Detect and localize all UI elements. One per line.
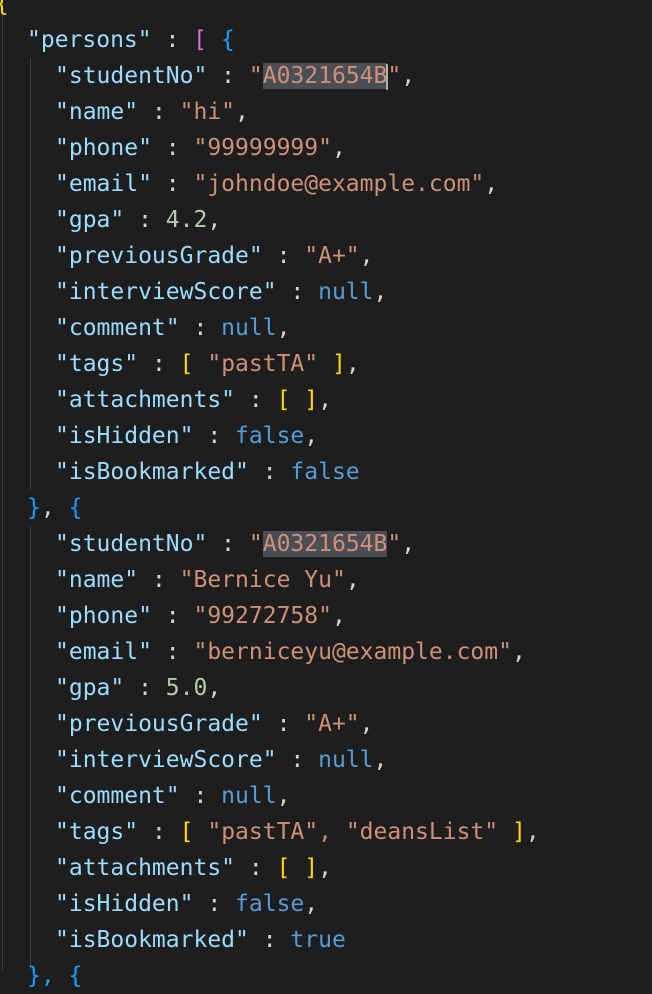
- code-line-interviewScore: "interviewScore" : null,: [55, 279, 388, 305]
- code-line-previousGrade: "previousGrade" : "A+",: [55, 711, 374, 737]
- code-line-previousGrade: "previousGrade" : "A+",: [55, 243, 374, 269]
- open-brace: {: [0, 0, 9, 17]
- code-line-isHidden: "isHidden" : false,: [55, 423, 319, 449]
- code-line-gpa: "gpa" : 5.0,: [55, 675, 222, 701]
- code-line-gpa: "gpa" : 4.2,: [55, 207, 222, 233]
- search-highlight: A0321654B: [262, 531, 388, 557]
- code-line-partial: }, {: [27, 963, 83, 989]
- code-line-isBookmarked: "isBookmarked" : false: [55, 459, 360, 485]
- code-line-tags: "tags" : [ "pastTA" ],: [55, 351, 360, 377]
- code-line-isHidden: "isHidden" : false,: [55, 891, 319, 917]
- first-object-open-brace: {: [220, 27, 235, 53]
- code-line-comment: "comment" : null,: [55, 783, 291, 809]
- search-highlight: A0321654B: [262, 63, 388, 89]
- code-line-attachments: "attachments" : [ ],: [55, 855, 332, 881]
- code-line: {: [0, 0, 9, 22]
- code-line-email: "email" : "berniceyu@example.com",: [55, 639, 526, 665]
- code-line-phone: "phone" : "99999999",: [55, 135, 346, 161]
- code-line-studentNo: "studentNo" : "A0321654B",: [55, 531, 416, 557]
- persons-key: "persons": [27, 27, 152, 53]
- code-line: "persons" : [ {: [27, 27, 235, 53]
- code-line-isBookmarked: "isBookmarked" : true: [55, 927, 346, 953]
- indent-guide: [30, 526, 31, 970]
- code-line-name: "name" : "hi",: [55, 99, 249, 125]
- code-editor[interactable]: { "persons" : [ { "studentNo" : "A032165…: [0, 0, 652, 989]
- code-line-tags: "tags" : [ "pastTA", "deansList" ],: [55, 819, 540, 845]
- code-line-email: "email" : "johndoe@example.com",: [55, 171, 499, 197]
- code-line-attachments: "attachments" : [ ],: [55, 387, 332, 413]
- indent-guide: [2, 0, 3, 970]
- code-line-name: "name" : "Bernice Yu",: [55, 567, 360, 593]
- code-line-comment: "comment" : null,: [55, 315, 291, 341]
- code-line-object-separator: }, {: [27, 495, 83, 521]
- code-line-interviewScore: "interviewScore" : null,: [55, 747, 388, 773]
- persons-open-bracket: [: [193, 27, 208, 53]
- code-line-phone: "phone" : "99272758",: [55, 603, 346, 629]
- code-line-studentNo: "studentNo" : "A0321654B",: [55, 63, 416, 90]
- indent-guide: [30, 58, 31, 490]
